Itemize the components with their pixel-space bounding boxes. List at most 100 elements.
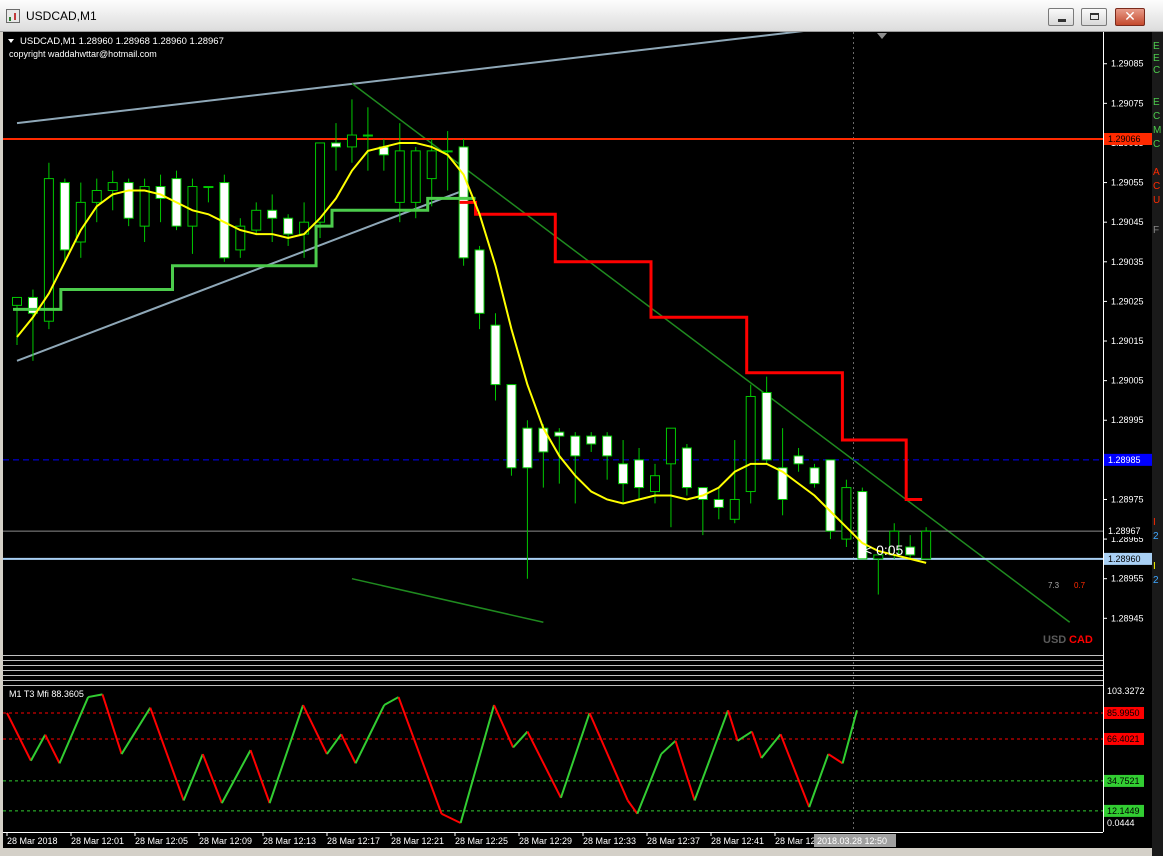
candle-body	[634, 459, 645, 489]
candle-body	[570, 435, 581, 457]
copyright-label: copyright waddahwttar@hotmail.com	[9, 49, 157, 59]
side-panel-glyph-5: C	[1153, 111, 1161, 122]
candle-body	[107, 182, 118, 191]
time-tick-label: 28 Mar 12:25	[455, 836, 508, 846]
price-chart[interactable]: USDCAD,M1 1.28960 1.28968 1.28960 1.2896…	[3, 32, 1152, 848]
minimize-button[interactable]	[1048, 8, 1074, 26]
mfi-axis-label: 66.4021	[1107, 734, 1140, 744]
chart-app-icon[interactable]	[6, 9, 20, 23]
maximize-icon	[1090, 13, 1099, 20]
candle-body	[586, 435, 597, 445]
cursor-time-label: 2018.03.28 12:50	[817, 836, 887, 846]
candle-body	[554, 431, 565, 437]
price-tick-label: 1.28975	[1111, 494, 1144, 504]
side-panel-glyph-2: E	[1153, 53, 1160, 64]
candle-body	[729, 498, 740, 520]
time-tick-label: 28 Mar 2018	[7, 836, 58, 846]
candle-body	[394, 150, 405, 203]
time-tick-label: 28 Mar 12:17	[327, 836, 380, 846]
candle-body	[139, 186, 150, 227]
candle-body	[203, 186, 214, 189]
candle-body	[187, 186, 198, 227]
mfi-axis-label: 34.7521	[1107, 776, 1140, 786]
candle-body	[905, 546, 916, 556]
side-panel-glyph-3: C	[1153, 65, 1161, 76]
side-panel-glyph-12: I	[1153, 517, 1156, 528]
candle-body	[442, 150, 453, 153]
price-tick-label: 1.29075	[1111, 98, 1144, 108]
price-tick-label: 1.29045	[1111, 217, 1144, 227]
side-panel-glyph-8: A	[1153, 167, 1160, 178]
price-tick-label: 1.28955	[1111, 574, 1144, 584]
time-tick-label: 28 Mar 12	[775, 836, 816, 846]
current-price-tag: 1.28960	[1108, 554, 1141, 564]
time-tick-label: 28 Mar 12:41	[711, 836, 764, 846]
time-tick-label: 28 Mar 12:29	[519, 836, 572, 846]
candle-body	[745, 395, 756, 493]
candle-body	[91, 189, 102, 203]
close-button[interactable]: ✕	[1115, 8, 1145, 26]
candle-body	[921, 530, 932, 560]
maximize-button[interactable]	[1081, 8, 1107, 26]
candle-body	[346, 134, 357, 148]
candle-body	[825, 459, 836, 532]
candle-countdown: < 0:05	[864, 542, 904, 558]
candle-body	[267, 209, 278, 219]
candle-body	[251, 209, 262, 231]
side-panel-strip: E E C E C M C A C U F I 2 I 2	[1152, 32, 1163, 856]
price-tick-label: 1.29025	[1111, 296, 1144, 306]
candle-body	[506, 384, 517, 469]
mfi-axis-label: 103.3272	[1107, 686, 1145, 696]
candle-body	[59, 182, 70, 251]
candle-body	[809, 467, 820, 485]
corner-value-left: 7.3	[1048, 581, 1060, 590]
candle-body	[522, 427, 533, 469]
price-tick-label: 1.29085	[1111, 59, 1144, 69]
candle-body	[761, 392, 772, 461]
window-titlebar: USDCAD,M1 ✕	[0, 0, 1163, 32]
candle-body	[490, 324, 501, 386]
side-panel-glyph-9: C	[1153, 181, 1161, 192]
candle-body	[12, 296, 22, 306]
candle-body	[793, 455, 804, 465]
mfi-axis-label: 12.1449	[1107, 806, 1140, 816]
mfi-axis-label: 0.0444	[1107, 818, 1135, 828]
time-tick-label: 28 Mar 12:21	[391, 836, 444, 846]
candle-body	[410, 150, 421, 203]
candle-body	[681, 447, 692, 489]
side-panel-glyph-14: I	[1153, 561, 1156, 572]
side-panel-glyph-10: U	[1153, 195, 1161, 206]
candle-body	[426, 150, 437, 180]
bid-high-price-tag: 1.28967	[1108, 526, 1141, 536]
time-tick-label: 28 Mar 12:09	[199, 836, 252, 846]
side-panel-glyph-13: 2	[1153, 531, 1159, 542]
side-panel-glyph-15: 2	[1153, 575, 1159, 586]
side-panel-glyph-11: F	[1153, 225, 1160, 236]
time-tick-label: 28 Mar 12:13	[263, 836, 316, 846]
side-panel-glyph-4: E	[1153, 97, 1160, 108]
close-icon: ✕	[1124, 9, 1136, 25]
candle-body	[474, 249, 485, 314]
time-tick-label: 28 Mar 12:01	[71, 836, 124, 846]
candle-body	[602, 435, 613, 457]
candle-body	[650, 475, 660, 493]
side-panel-glyph-1: E	[1153, 41, 1160, 52]
minimize-icon	[1058, 19, 1066, 22]
time-tick-label: 28 Mar 12:05	[135, 836, 188, 846]
price-tick-label: 1.28945	[1111, 613, 1144, 623]
candle-body	[283, 217, 294, 235]
candle-body	[713, 498, 724, 508]
price-tick-label: 1.29035	[1111, 257, 1144, 267]
candle-body	[331, 142, 341, 148]
price-tick-label: 1.29055	[1111, 178, 1144, 188]
side-panel-glyph-6: M	[1153, 125, 1162, 136]
time-tick-label: 28 Mar 12:33	[583, 836, 636, 846]
candle-body	[123, 182, 134, 219]
indicator-title: M1 T3 Mfi 88.3605	[9, 689, 84, 699]
time-tick-label: 28 Mar 12:37	[647, 836, 700, 846]
candle-body	[362, 134, 373, 137]
mfi-axis-label: 85.9950	[1107, 708, 1140, 718]
price-tick-label: 1.28995	[1111, 415, 1144, 425]
chart-symbol-header: USDCAD,M1 1.28960 1.28968 1.28960 1.2896…	[20, 36, 224, 47]
price-tick-label: 1.29005	[1111, 376, 1144, 386]
